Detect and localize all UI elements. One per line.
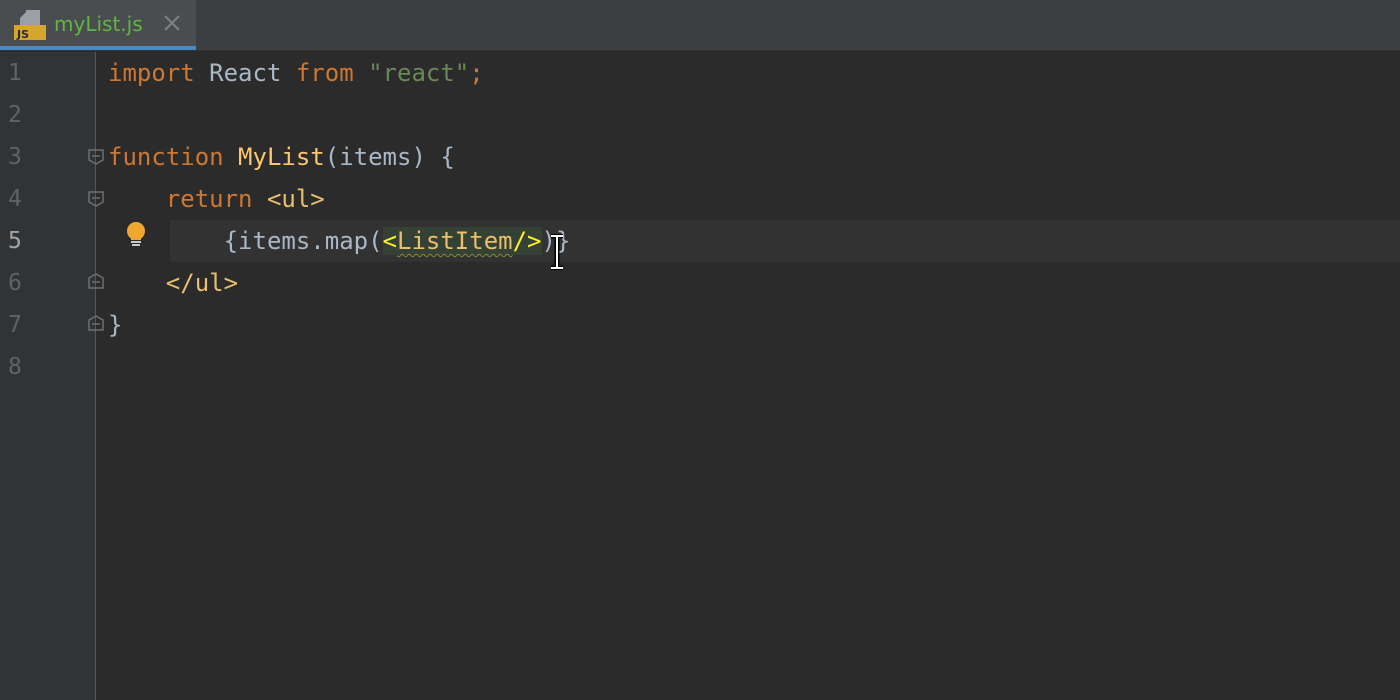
code-line-3[interactable]: function MyList(items) {	[108, 136, 455, 178]
fold-icon[interactable]	[87, 148, 105, 166]
params: (items) {	[324, 143, 455, 171]
js-file-icon: JS	[14, 10, 46, 40]
tab-label: myList.js	[54, 12, 143, 36]
string-literal: "react"	[368, 59, 470, 87]
keyword: return	[165, 185, 253, 213]
code-line-4[interactable]: return <ul>	[108, 178, 325, 220]
line-number: 4	[8, 186, 22, 212]
fold-icon[interactable]	[87, 314, 105, 332]
expression: {items.map(	[223, 227, 383, 255]
keyword: import	[108, 59, 195, 87]
tab-mylist-js[interactable]: JS myList.js	[0, 0, 196, 50]
jsx-component-name: ListItem	[397, 227, 513, 255]
line-number: 1	[8, 60, 22, 86]
code-line-1[interactable]: import React from "react";	[108, 52, 484, 94]
semicolon: ;	[469, 59, 484, 87]
editor-tab-bar: JS myList.js	[0, 0, 1400, 51]
jsx-self-close: />	[512, 227, 542, 255]
jsx-tag: <ul>	[266, 185, 325, 213]
active-tab-indicator	[0, 46, 196, 50]
keyword: function	[108, 143, 224, 171]
js-icon-text: JS	[16, 28, 29, 40]
close-icon[interactable]	[162, 13, 182, 33]
function-name: MyList	[238, 143, 325, 171]
fold-icon[interactable]	[87, 272, 105, 290]
line-number: 6	[8, 270, 22, 296]
line-number: 2	[8, 102, 22, 128]
line-number: 8	[8, 354, 22, 380]
line-number-active: 5	[8, 228, 22, 254]
jsx-open-bracket: <	[382, 227, 397, 255]
code-line-5[interactable]: {items.map(<ListItem/>)}	[108, 220, 570, 262]
line-number: 7	[8, 312, 22, 338]
text-cursor-icon	[551, 234, 563, 270]
line-number: 3	[8, 144, 22, 170]
identifier: React	[194, 59, 296, 87]
code-line-7[interactable]: }	[108, 304, 122, 346]
closing-brace: }	[108, 311, 123, 339]
keyword: from	[295, 59, 354, 87]
fold-icon[interactable]	[87, 190, 105, 208]
code-line-6[interactable]: </ul>	[108, 262, 238, 304]
jsx-tag: </ul>	[165, 269, 239, 297]
